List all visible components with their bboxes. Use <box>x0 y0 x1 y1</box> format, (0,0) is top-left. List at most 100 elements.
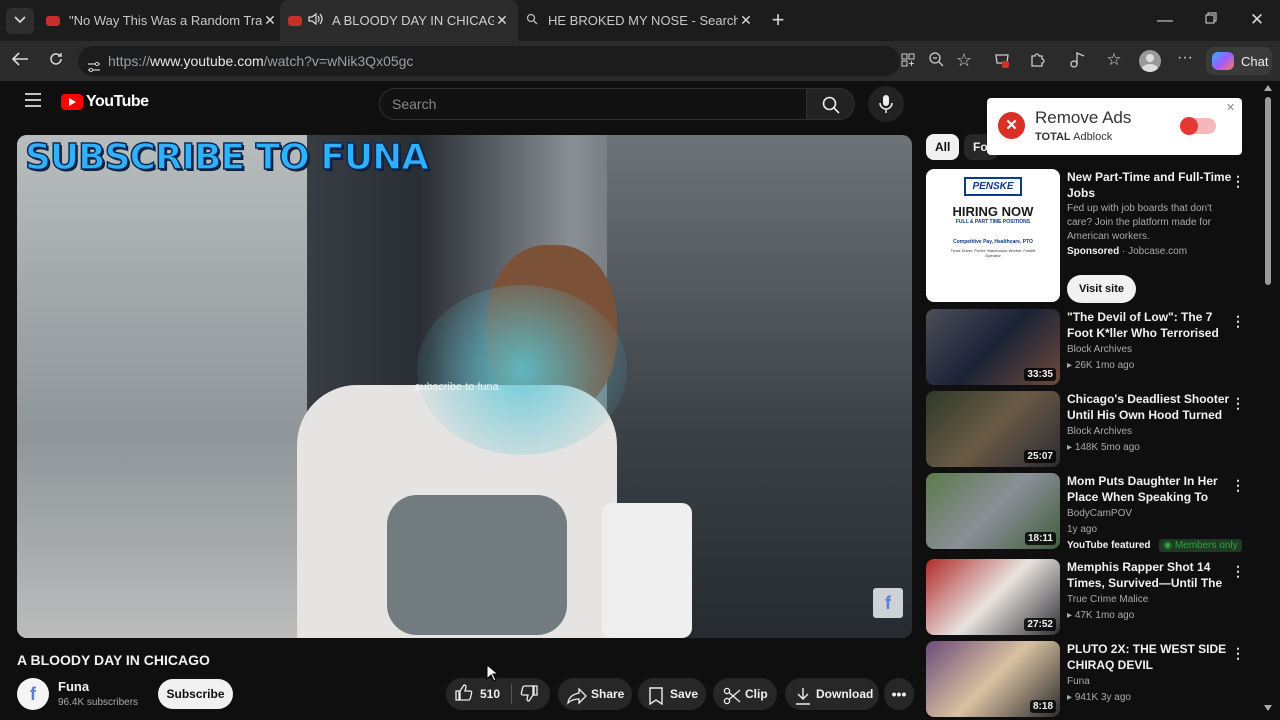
featured-badges: YouTube featured ◉ Members only <box>1067 539 1242 552</box>
tab-bloody-day[interactable]: A BLOODY DAY IN CHICAGO ✕ <box>280 0 518 41</box>
remove-ads-toggle[interactable] <box>1180 117 1216 135</box>
ad-title[interactable]: New Part-Time and Full-Time Jobs <box>1067 169 1232 201</box>
recommended-channel[interactable]: BodyCamPOV <box>1067 508 1132 519</box>
mouse-cursor-icon <box>486 663 500 687</box>
video-more-icon[interactable]: ⋮ <box>1231 645 1245 662</box>
tab-broked-nose-search[interactable]: HE BROKED MY NOSE - Search ✕ <box>526 6 754 35</box>
subscribe-button[interactable]: Subscribe <box>158 679 233 709</box>
close-window-icon[interactable]: ✕ <box>1242 10 1272 30</box>
video-duration: 33:35 <box>1024 368 1056 381</box>
scroll-down-arrow-icon[interactable] <box>1264 705 1272 711</box>
audio-playing-icon[interactable] <box>308 12 324 29</box>
chip-all[interactable]: All <box>926 134 960 160</box>
adblock-popup: ✕ Remove Ads TOTAL Adblock ✕ <box>987 98 1242 155</box>
recommended-channel[interactable]: Block Archives <box>1067 426 1132 437</box>
recommended-channel[interactable]: Block Archives <box>1067 344 1132 355</box>
dislike-button[interactable] <box>514 678 550 710</box>
video-more-icon[interactable]: ⋮ <box>1231 477 1245 494</box>
like-button[interactable]: 510 <box>446 678 512 710</box>
recommended-video-title[interactable]: Mom Puts Daughter In Her Place When Spea… <box>1067 473 1232 505</box>
zoom-icon[interactable] <box>926 51 946 72</box>
save-button[interactable]: Save <box>638 678 706 710</box>
video-thumbnail[interactable]: 8:18 <box>926 641 1060 717</box>
new-tab-plus-icon[interactable]: + <box>766 8 790 32</box>
page-scrollbar[interactable] <box>1264 85 1272 716</box>
recommended-video[interactable]: 27:52 Memphis Rapper Shot 14 Times, Surv… <box>926 559 1246 637</box>
recommended-video[interactable]: 8:18 PLUTO 2X: THE WEST SIDE CHIRAQ DEVI… <box>926 641 1246 719</box>
scrollbar-thumb[interactable] <box>1265 97 1271 285</box>
video-thumbnail[interactable]: 25:07 <box>926 391 1060 467</box>
adblock-extension-icon[interactable] <box>992 51 1012 74</box>
more-actions-button[interactable]: ••• <box>884 678 914 710</box>
address-field[interactable]: https://www.youtube.com/watch?v=wNik3Qx0… <box>78 46 900 76</box>
video-thumbnail[interactable]: 18:11 <box>926 473 1060 549</box>
views-and-age: 148K 5mo ago <box>1074 442 1140 453</box>
clip-button[interactable]: Clip <box>713 678 777 710</box>
recommended-channel[interactable]: True Crime Malice <box>1067 594 1148 605</box>
recommended-video[interactable]: 25:07 Chicago's Deadliest Shooter Until … <box>926 391 1246 469</box>
close-popup-icon[interactable]: ✕ <box>1226 101 1235 114</box>
toggle-knob <box>1180 117 1198 135</box>
tab-list-chevron-icon[interactable] <box>6 8 34 34</box>
video-more-icon[interactable]: ⋮ <box>1231 313 1245 330</box>
recommended-video-title[interactable]: Chicago's Deadliest Shooter Until His Ow… <box>1067 391 1232 423</box>
scroll-up-arrow-icon[interactable] <box>1264 85 1272 91</box>
sponsored-ad-card[interactable]: PENSKE HIRING NOW FULL & PART TIME POSIT… <box>926 169 1246 305</box>
ad-description: Fed up with job boards that don't care? … <box>1067 203 1212 242</box>
share-button[interactable]: Share <box>558 678 632 710</box>
visit-site-button[interactable]: Visit site <box>1067 275 1136 303</box>
restore-window-icon[interactable] <box>1196 11 1226 29</box>
ad-more-icon[interactable]: ⋮ <box>1231 173 1245 190</box>
tab-random-traffic[interactable]: "No Way This Was a Random Traffi ✕ <box>46 6 278 35</box>
minimize-window-icon[interactable]: — <box>1150 12 1180 30</box>
channel-avatar[interactable]: f <box>17 678 49 710</box>
reload-icon[interactable] <box>44 51 68 72</box>
video-thumbnail[interactable]: 27:52 <box>926 559 1060 635</box>
video-player[interactable]: SUBSCRIBE TO FUNA subscribe to funa f <box>17 135 912 638</box>
favorites-list-icon[interactable]: ☆ <box>1104 50 1124 70</box>
menu-hamburger-icon[interactable] <box>22 93 44 112</box>
profile-avatar[interactable] <box>1139 50 1161 72</box>
sponsored-label: Sponsored <box>1067 246 1120 257</box>
youtube-favicon-icon <box>46 15 60 26</box>
search-button[interactable] <box>807 88 855 120</box>
close-tab-icon[interactable]: ✕ <box>738 12 754 29</box>
media-control-icon[interactable] <box>1068 51 1088 74</box>
adblock-popup-title: Remove Ads <box>1035 108 1132 127</box>
back-arrow-icon[interactable] <box>8 51 32 72</box>
download-icon <box>795 685 811 717</box>
site-info-icon[interactable] <box>87 54 101 84</box>
settings-more-icon[interactable]: ··· <box>1175 49 1195 67</box>
like-count: 510 <box>480 687 501 701</box>
ad-roles: Truck Driver, Porter, Warehouse Worker, … <box>950 248 1036 258</box>
channel-name[interactable]: Funa <box>58 679 89 694</box>
close-tab-icon[interactable]: ✕ <box>262 12 278 29</box>
tab-title: A BLOODY DAY IN CHICAGO <box>332 13 494 28</box>
recommended-meta: ▸ 941K 3y ago <box>1067 692 1131 703</box>
thumbs-up-icon <box>455 683 473 706</box>
close-tab-icon[interactable]: ✕ <box>494 12 510 29</box>
app-available-icon[interactable] <box>898 52 918 73</box>
ad-thumbnail[interactable]: PENSKE HIRING NOW FULL & PART TIME POSIT… <box>926 169 1060 302</box>
channel-watermark-icon[interactable]: f <box>873 588 903 618</box>
recommended-video-title[interactable]: "The Devil of Low": The 7 Foot K*ller Wh… <box>1067 309 1232 341</box>
recommended-channel[interactable]: Funa <box>1067 676 1090 687</box>
copilot-chat-button[interactable]: Chat <box>1206 47 1272 75</box>
extensions-puzzle-icon[interactable] <box>1027 51 1047 72</box>
voice-search-button[interactable] <box>868 86 904 122</box>
subscriber-count: 96.4K subscribers <box>58 697 139 708</box>
recommended-video-title[interactable]: PLUTO 2X: THE WEST SIDE CHIRAQ DEVIL <box>1067 641 1232 673</box>
video-more-icon[interactable]: ⋮ <box>1231 563 1245 580</box>
adblock-logo-icon: ✕ <box>998 112 1025 139</box>
browser-tab-bar: "No Way This Was a Random Traffi ✕ A BLO… <box>0 0 1280 41</box>
recommended-video[interactable]: 33:35 "The Devil of Low": The 7 Foot K*l… <box>926 309 1246 387</box>
video-more-icon[interactable]: ⋮ <box>1231 395 1245 412</box>
recommended-video[interactable]: 18:11 Mom Puts Daughter In Her Place Whe… <box>926 473 1246 555</box>
youtube-logo[interactable]: YouTube <box>61 93 149 111</box>
favorite-star-icon[interactable]: ☆ <box>954 50 974 71</box>
recommended-video-title[interactable]: Memphis Rapper Shot 14 Times, Survived—U… <box>1067 559 1232 591</box>
video-duration: 8:18 <box>1029 700 1056 713</box>
video-thumbnail[interactable]: 33:35 <box>926 309 1060 385</box>
search-input[interactable]: Search <box>379 88 807 120</box>
download-button[interactable]: Download <box>785 678 879 710</box>
